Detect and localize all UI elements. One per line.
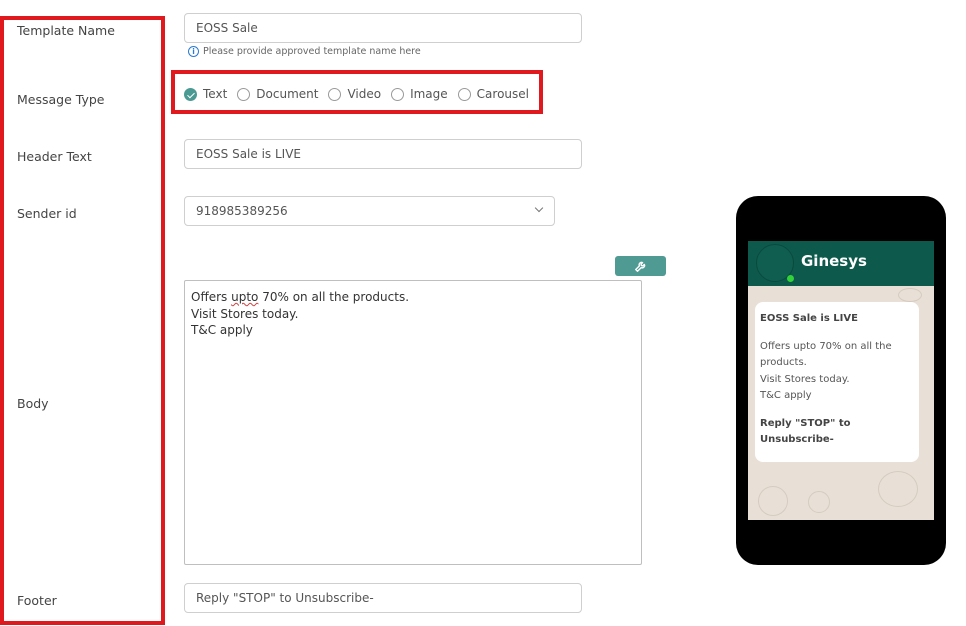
header-text-input[interactable]: EOSS Sale is LIVE [184, 139, 582, 169]
radio-circle-icon [457, 87, 471, 101]
bubble-footer-line: Unsubscribe- [760, 434, 834, 445]
radio-text[interactable]: Text [184, 87, 227, 101]
body-textarea[interactable]: Offers upto 70% on all the products. Vis… [184, 280, 642, 565]
radio-circle-icon [391, 87, 405, 101]
label-template-name: Template Name [17, 23, 115, 38]
bubble-body-line: Offers upto 70% on all the [760, 340, 892, 352]
header-text-value: EOSS Sale is LIVE [196, 147, 301, 161]
label-sender-id: Sender id [17, 206, 77, 221]
sender-id-value: 918985389256 [196, 204, 288, 218]
wallpaper-doodle [758, 486, 788, 516]
body-line-1-end: 70% on all the products. [258, 290, 410, 304]
message-bubble: EOSS Sale is LIVE Offers upto 70% on all… [755, 302, 919, 462]
template-name-value: EOSS Sale [196, 21, 258, 35]
radio-circle-icon [237, 87, 251, 101]
bubble-body-line: T&C apply [760, 390, 812, 401]
radio-image-label: Image [410, 87, 448, 101]
wrench-icon [634, 261, 645, 272]
bubble-body-line: products. [760, 357, 807, 368]
contact-name: Ginesys [801, 252, 867, 270]
footer-value: Reply "STOP" to Unsubscribe- [196, 591, 374, 605]
radio-video[interactable]: Video [328, 87, 381, 101]
bubble-footer: Reply "STOP" to Unsubscribe- [760, 416, 914, 449]
body-line-1: Offers upto 70% on all the products. [191, 289, 635, 306]
labels-highlight-box [0, 16, 165, 625]
chevron-down-icon [534, 203, 544, 213]
wallpaper-doodle [878, 471, 918, 507]
radio-text-label: Text [203, 87, 228, 101]
body-line-2: Visit Stores today. [191, 306, 299, 321]
radio-circle-icon [328, 87, 342, 101]
format-tool-button[interactable] [615, 256, 666, 276]
template-name-input[interactable]: EOSS Sale [184, 13, 582, 43]
radio-checked-icon [184, 87, 197, 101]
label-header-text: Header Text [17, 149, 92, 164]
wallpaper-doodle [898, 288, 922, 302]
bubble-header: EOSS Sale is LIVE [760, 313, 858, 324]
radio-image[interactable]: Image [391, 87, 448, 101]
sender-id-select[interactable]: 918985389256 [184, 196, 555, 226]
info-icon: i [188, 46, 199, 57]
template-name-hint: i Please provide approved template name … [188, 46, 421, 57]
label-footer: Footer [17, 593, 57, 608]
radio-video-label: Video [347, 87, 382, 101]
radio-carousel[interactable]: Carousel [457, 87, 529, 101]
bubble-footer-line: Reply "STOP" to [760, 417, 851, 429]
wallpaper-doodle [808, 491, 830, 513]
radio-document-label: Document [256, 87, 319, 101]
online-indicator-icon [787, 275, 794, 282]
footer-input[interactable]: Reply "STOP" to Unsubscribe- [184, 583, 582, 613]
message-type-radio-group: Text Document Video Image Carousel [184, 87, 539, 101]
label-message-type: Message Type [17, 92, 105, 107]
bubble-body-line: Visit Stores today. [760, 373, 850, 385]
label-body: Body [17, 396, 49, 411]
spellcheck-word: upto [231, 290, 259, 304]
body-line-1-start: Offers [191, 290, 232, 304]
radio-document[interactable]: Document [237, 87, 318, 101]
radio-carousel-label: Carousel [476, 87, 529, 101]
template-name-hint-text: Please provide approved template name he… [203, 46, 421, 57]
body-line-3: T&C apply [191, 323, 253, 337]
